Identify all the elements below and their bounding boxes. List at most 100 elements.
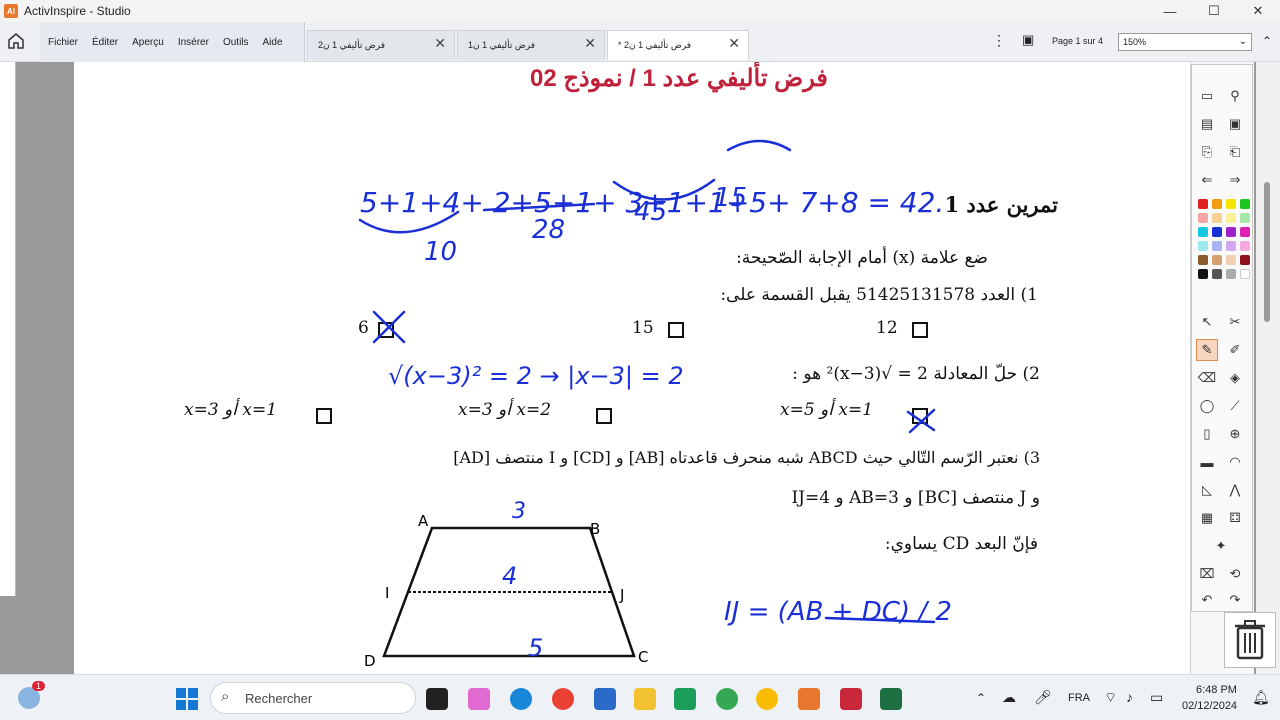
left-panel[interactable] bbox=[0, 62, 16, 596]
edge-icon[interactable] bbox=[510, 688, 532, 710]
tab-1-close-icon[interactable]: ✕ bbox=[434, 35, 446, 52]
connector-icon[interactable]: ⟋ bbox=[1224, 395, 1246, 417]
set-square-icon[interactable]: ◺ bbox=[1196, 479, 1218, 501]
close-button[interactable]: ✕ bbox=[1236, 0, 1280, 22]
zoom-tool-icon[interactable]: ⊕ bbox=[1224, 423, 1246, 445]
color-tan-swatch[interactable] bbox=[1212, 255, 1222, 265]
highlighter-icon[interactable]: ✐ bbox=[1224, 339, 1246, 361]
undo-icon[interactable]: ↶ bbox=[1196, 589, 1218, 611]
color-purple-swatch[interactable] bbox=[1226, 227, 1236, 237]
color-maroon-swatch[interactable] bbox=[1240, 255, 1250, 265]
menu-outils[interactable]: Outils bbox=[223, 37, 249, 48]
color-peach-swatch[interactable] bbox=[1212, 213, 1222, 223]
battery-icon[interactable]: ▭ bbox=[1150, 689, 1163, 706]
store-icon[interactable] bbox=[594, 688, 616, 710]
user-icon[interactable]: ⚲ bbox=[1224, 85, 1246, 107]
color-green-swatch[interactable] bbox=[1240, 199, 1250, 209]
fill-icon[interactable]: ◈ bbox=[1224, 367, 1246, 389]
color-gray-swatch[interactable] bbox=[1226, 269, 1236, 279]
main-menu-icon[interactable]: ▭ bbox=[1196, 85, 1218, 107]
select-tool-icon[interactable]: ↖ bbox=[1196, 311, 1218, 333]
chrome-profile-icon[interactable] bbox=[716, 688, 738, 710]
dice-icon[interactable]: ⚃ bbox=[1224, 507, 1246, 529]
menu-editer[interactable]: Éditer bbox=[92, 37, 118, 48]
windows-start-icon[interactable] bbox=[176, 688, 198, 710]
color-lightgreen-swatch[interactable] bbox=[1240, 213, 1250, 223]
language-indicator[interactable]: FRA bbox=[1068, 692, 1090, 704]
flipchart-page[interactable]: فرض تأليفي عدد 1 / نموذج 02 تمرين عدد 1 … bbox=[74, 62, 1190, 674]
photos-icon[interactable] bbox=[674, 688, 696, 710]
color-white-swatch[interactable] bbox=[1240, 269, 1250, 279]
color-brown-swatch[interactable] bbox=[1198, 255, 1208, 265]
next-page-icon[interactable]: ⇒ bbox=[1224, 169, 1246, 191]
color-cyan-swatch[interactable] bbox=[1198, 227, 1208, 237]
volume-icon[interactable]: ♪ bbox=[1126, 689, 1133, 705]
color-lightblue-swatch[interactable] bbox=[1212, 241, 1222, 251]
maximize-button[interactable]: ☐ bbox=[1192, 0, 1236, 22]
excel-icon[interactable] bbox=[880, 688, 902, 710]
redo-page-icon[interactable]: ⎗ bbox=[1224, 141, 1246, 163]
task-view-icon[interactable] bbox=[426, 688, 448, 710]
menu-fichier[interactable]: Fichier bbox=[48, 37, 78, 48]
color-lightcyan-swatch[interactable] bbox=[1198, 241, 1208, 251]
color-lightyellow-swatch[interactable] bbox=[1226, 213, 1236, 223]
color-darkgray-swatch[interactable] bbox=[1212, 269, 1222, 279]
page-view-icon[interactable]: ▣ bbox=[1022, 32, 1034, 48]
clear-page-icon[interactable]: ⌧ bbox=[1196, 563, 1218, 585]
prev-page-icon[interactable]: ⇐ bbox=[1196, 169, 1218, 191]
protractor-icon[interactable]: ◠ bbox=[1224, 451, 1246, 473]
minimize-button[interactable]: — bbox=[1148, 0, 1192, 22]
tab-3[interactable]: * فرض تأليفي 1 ن2 ✕ bbox=[607, 30, 749, 60]
file-explorer-icon[interactable] bbox=[634, 688, 656, 710]
scrollbar-thumb[interactable] bbox=[1264, 182, 1270, 322]
menu-aide[interactable]: Aide bbox=[263, 37, 283, 48]
shape-icon[interactable]: ◯ bbox=[1196, 395, 1218, 417]
color-lightpink-swatch[interactable] bbox=[1240, 241, 1250, 251]
browser-icon[interactable]: ▤ bbox=[1196, 113, 1218, 135]
tab-2[interactable]: فرض تأليفي 1 ن1 ✕ bbox=[457, 30, 605, 60]
redo-icon[interactable]: ↷ bbox=[1224, 589, 1246, 611]
zoom-select[interactable]: 150% ⌄ bbox=[1118, 33, 1252, 51]
color-orange-swatch[interactable] bbox=[1212, 199, 1222, 209]
color-beige-swatch[interactable] bbox=[1226, 255, 1236, 265]
spotlight-icon[interactable]: ✦ bbox=[1210, 535, 1232, 557]
eraser-icon[interactable]: ⌫ bbox=[1196, 367, 1218, 389]
clock-date[interactable]: 02/12/2024 bbox=[1182, 700, 1237, 712]
menu-inserer[interactable]: Insérer bbox=[178, 37, 209, 48]
notifications-icon[interactable]: 🔔︎ bbox=[1252, 689, 1270, 706]
microphone-icon[interactable]: 🎤︎ bbox=[1034, 689, 1052, 706]
tray-chevron-icon[interactable]: ⌃ bbox=[976, 691, 986, 705]
chrome-icon[interactable] bbox=[552, 688, 574, 710]
color-magenta-swatch[interactable] bbox=[1240, 227, 1250, 237]
camtasia-icon[interactable] bbox=[840, 688, 862, 710]
ruler-icon[interactable]: ▬ bbox=[1196, 451, 1218, 473]
color-lavender-swatch[interactable] bbox=[1226, 241, 1236, 251]
tab-1[interactable]: فرض تأليفي 1 ن2 ✕ bbox=[307, 30, 455, 60]
compass-icon[interactable]: ⋀ bbox=[1224, 479, 1246, 501]
onedrive-icon[interactable]: ☁ bbox=[1002, 689, 1016, 706]
collapse-icon[interactable]: ⌃ bbox=[1262, 34, 1272, 48]
more-options-icon[interactable]: ⋮ bbox=[992, 32, 1006, 49]
screen-icon[interactable]: ▣ bbox=[1224, 113, 1246, 135]
wifi-icon[interactable]: ⌔ bbox=[1104, 689, 1117, 707]
color-blue-swatch[interactable] bbox=[1212, 227, 1222, 237]
vertical-scrollbar[interactable] bbox=[1256, 62, 1280, 674]
menu-apercu[interactable]: Aperçu bbox=[132, 37, 164, 48]
color-yellow-swatch[interactable] bbox=[1226, 199, 1236, 209]
tab-3-close-icon[interactable]: ✕ bbox=[728, 35, 740, 52]
page-reveal-icon[interactable]: ▯ bbox=[1196, 423, 1218, 445]
clock-time[interactable]: 6:48 PM bbox=[1196, 684, 1237, 696]
pen-tool-icon[interactable]: ✎ bbox=[1196, 339, 1218, 361]
copilot-icon[interactable] bbox=[468, 688, 490, 710]
chrome-profile-2-icon[interactable] bbox=[756, 688, 778, 710]
home-icon[interactable] bbox=[6, 31, 26, 51]
taskbar-search[interactable]: ⌕ Rechercher bbox=[210, 682, 416, 714]
tab-2-close-icon[interactable]: ✕ bbox=[584, 35, 596, 52]
reset-page-icon[interactable]: ⟲ bbox=[1224, 563, 1246, 585]
calculator-icon[interactable]: ▦ bbox=[1196, 507, 1218, 529]
undo-page-icon[interactable]: ⎘ bbox=[1196, 141, 1218, 163]
color-black-swatch[interactable] bbox=[1198, 269, 1208, 279]
trash-icon[interactable] bbox=[1224, 612, 1276, 668]
tools-icon[interactable]: ✂ bbox=[1224, 311, 1246, 333]
activinspire-taskbar-icon[interactable] bbox=[798, 688, 820, 710]
